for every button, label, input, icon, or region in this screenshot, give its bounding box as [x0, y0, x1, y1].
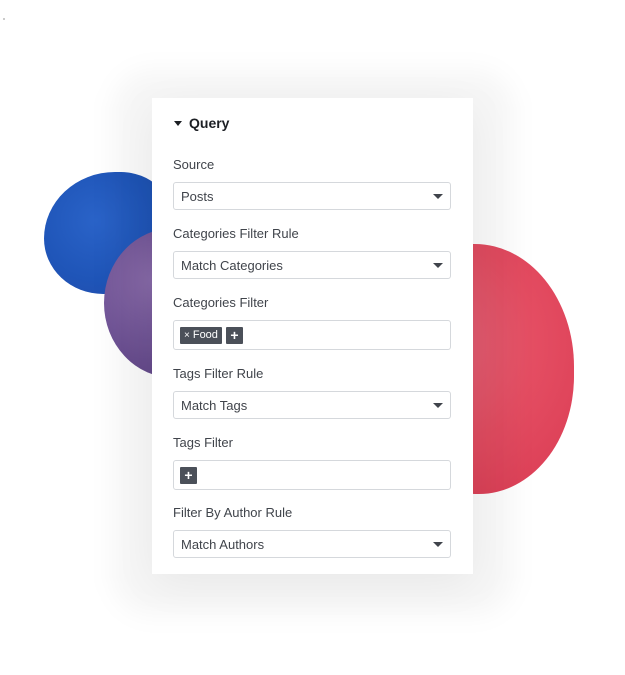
stage: Query Source Posts Categories Filter Rul…	[0, 0, 625, 675]
add-category-button[interactable]: +	[225, 326, 243, 344]
source-select-value: Posts	[181, 188, 214, 204]
caret-down-icon	[174, 120, 182, 126]
remove-chip-icon[interactable]: ×	[184, 330, 190, 341]
tags-filter-label: Tags Filter	[173, 435, 233, 450]
tags-filter-input[interactable]: +	[173, 460, 451, 490]
add-tag-button[interactable]: +	[180, 466, 197, 484]
chevron-down-icon	[433, 194, 443, 199]
categories-rule-select[interactable]: Match Categories	[173, 251, 451, 279]
tags-rule-select-value: Match Tags	[181, 397, 248, 413]
categories-filter-input[interactable]: × Food +	[173, 320, 451, 350]
author-rule-label: Filter By Author Rule	[173, 505, 293, 520]
author-rule-select[interactable]: Match Authors	[173, 530, 451, 558]
category-chip-food: × Food	[180, 326, 222, 344]
tags-rule-select[interactable]: Match Tags	[173, 391, 451, 419]
chevron-down-icon	[433, 542, 443, 547]
chevron-down-icon	[433, 263, 443, 268]
source-label: Source	[173, 157, 215, 172]
query-section-toggle[interactable]: Query	[174, 115, 229, 131]
categories-filter-label: Categories Filter	[173, 295, 269, 310]
categories-rule-label: Categories Filter Rule	[173, 226, 299, 241]
chevron-down-icon	[433, 403, 443, 408]
section-title: Query	[189, 115, 230, 131]
author-rule-select-value: Match Authors	[181, 536, 265, 552]
tags-rule-label: Tags Filter Rule	[173, 366, 264, 381]
categories-rule-select-value: Match Categories	[181, 257, 283, 273]
category-chip-label: Food	[192, 329, 218, 341]
stray-dot	[3, 18, 5, 20]
source-select[interactable]: Posts	[173, 182, 451, 210]
query-panel: Query Source Posts Categories Filter Rul…	[152, 98, 473, 574]
